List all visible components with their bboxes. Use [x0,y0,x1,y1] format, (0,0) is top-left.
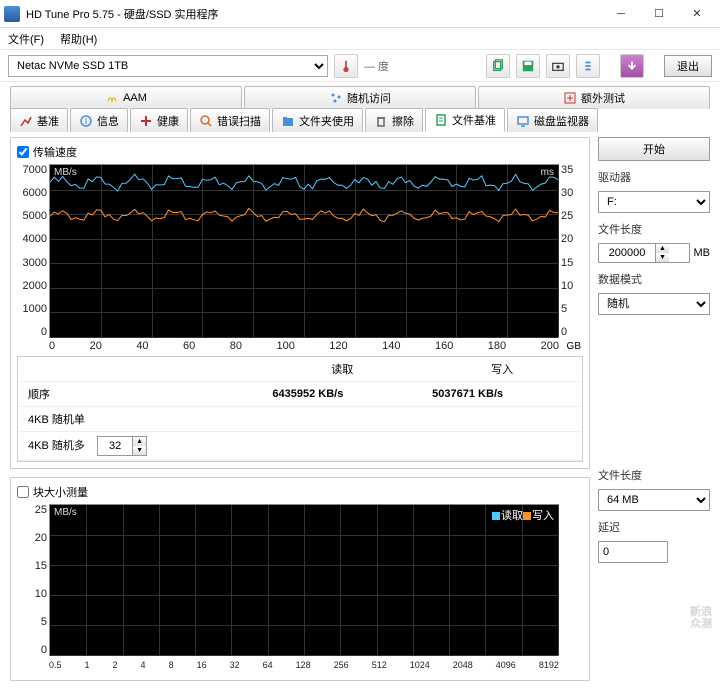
blocksize-chart: MB/s 读取写入 [49,504,559,656]
tab-aam[interactable]: AAM [10,86,242,109]
temp-value: — 度 [364,58,389,74]
transfer-group: 传输速度 MB/s ms 700060005000400030002000100… [10,137,590,469]
screenshot-icon[interactable] [546,54,570,78]
watermark: 新浪众测 [690,606,712,630]
filelen-spinner[interactable]: ▲▼ [598,243,690,263]
menubar: 文件(F) 帮助(H) [0,28,720,50]
tab-erase[interactable]: 擦除 [365,108,423,132]
minimize-button[interactable]: ─ [602,2,640,26]
table-row: 4KB 随机单 [18,407,582,432]
exit-button[interactable]: 退出 [664,55,712,77]
delay-input[interactable] [598,541,668,563]
window-title: HD Tune Pro 5.75 - 硬盘/SSD 实用程序 [26,6,602,22]
copy-icon[interactable] [486,54,510,78]
tab-info[interactable]: i信息 [70,108,128,132]
transfer-checkbox[interactable]: 传输速度 [17,144,583,160]
y-unit: MB/s [54,507,77,518]
queue-depth-spinner[interactable]: ▲▼ [97,436,147,456]
transfer-chart: MB/s ms [49,164,559,338]
filelen-unit: MB [694,247,711,259]
svg-text:i: i [85,115,87,127]
results-table: 读取写入 顺序6435952 KB/s5037671 KB/s 4KB 随机单 … [17,356,583,462]
y-unit: MB/s [54,167,77,178]
tab-extra-tests[interactable]: 额外测试 [478,86,710,109]
tabstrip: AAM 随机访问 额外测试 基准 i信息 健康 错误扫描 文件夹使用 擦除 文件… [0,82,720,131]
tab-error-scan[interactable]: 错误扫描 [190,108,270,132]
blocksize-checkbox[interactable]: 块大小测量 [17,484,583,500]
filelen2-select[interactable]: 64 MB [598,489,710,511]
tab-folder-usage[interactable]: 文件夹使用 [272,108,363,132]
drive-letter-select[interactable]: F: [598,191,710,213]
tab-file-benchmark[interactable]: 文件基准 [425,108,505,132]
drive-select[interactable]: Netac NVMe SSD 1TB [8,55,328,77]
delay-label: 延迟 [598,519,710,535]
menu-help[interactable]: 帮助(H) [60,31,97,47]
drive-label: 驱动器 [598,169,710,185]
table-row: 顺序6435952 KB/s5037671 KB/s [18,382,582,407]
blocksize-group: 块大小测量 MB/s 读取写入 2520151050 0.51248163264… [10,477,590,681]
titlebar: HD Tune Pro 5.75 - 硬盘/SSD 实用程序 ─ ☐ ✕ [0,0,720,28]
tab-health[interactable]: 健康 [130,108,188,132]
filelen-label: 文件长度 [598,221,710,237]
start-button[interactable]: 开始 [598,137,710,161]
app-icon [4,6,20,22]
menu-file[interactable]: 文件(F) [8,31,44,47]
tab-random-access[interactable]: 随机访问 [244,86,476,109]
settings-icon[interactable] [576,54,600,78]
toolbar: Netac NVMe SSD 1TB — 度 退出 [0,50,720,82]
table-row: 4KB 随机多 ▲▼ [18,432,582,461]
y2-unit: ms [541,167,554,178]
tab-disk-monitor[interactable]: 磁盘监视器 [507,108,598,132]
download-icon[interactable] [620,54,644,78]
pattern-select[interactable]: 随机 [598,293,710,315]
tab-benchmark[interactable]: 基准 [10,108,68,132]
filelen2-label: 文件长度 [598,467,710,483]
save-icon[interactable] [516,54,540,78]
chart-legend: 读取写入 [492,507,554,523]
pattern-label: 数据模式 [598,271,710,287]
maximize-button[interactable]: ☐ [640,2,678,26]
close-button[interactable]: ✕ [678,2,716,26]
x-unit: GB [567,341,581,352]
temperature-icon[interactable] [334,54,358,78]
